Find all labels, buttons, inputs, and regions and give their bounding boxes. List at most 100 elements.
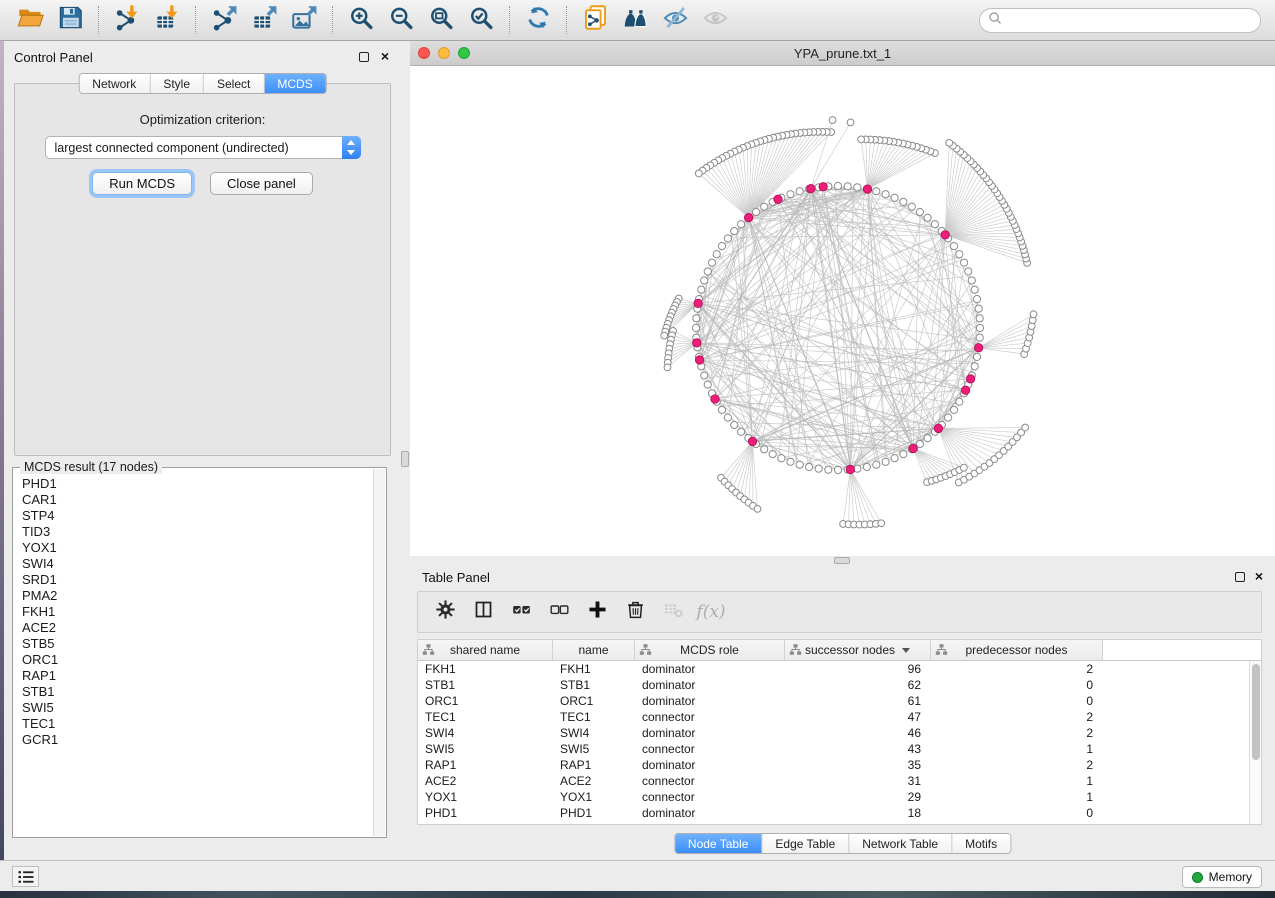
table-row[interactable]: SWI4SWI4dominator462 <box>418 725 1261 741</box>
create-column-button[interactable] <box>584 599 610 625</box>
graph-node[interactable] <box>968 277 975 284</box>
cell-name[interactable]: FKH1 <box>553 661 635 677</box>
cell-shared-name[interactable]: SWI4 <box>418 725 553 741</box>
graph-node[interactable] <box>971 363 978 370</box>
show-columns-button[interactable] <box>470 599 496 625</box>
cell-predecessor-nodes[interactable]: 2 <box>931 757 1103 773</box>
graph-node[interactable] <box>778 455 785 462</box>
graph-node[interactable] <box>761 446 768 453</box>
cell-MCDS-role[interactable]: connector <box>635 709 785 725</box>
graph-node[interactable] <box>704 381 711 388</box>
graph-node[interactable] <box>708 259 715 266</box>
graph-node[interactable] <box>854 184 861 191</box>
graph-node[interactable] <box>692 324 699 331</box>
graph-node[interactable] <box>858 136 865 143</box>
graph-node[interactable] <box>761 203 768 210</box>
graph-mcds-node[interactable] <box>694 299 702 307</box>
graph-mcds-node[interactable] <box>693 339 701 347</box>
graph-node[interactable] <box>693 315 700 322</box>
tab-network[interactable]: Network <box>79 74 150 93</box>
table-row[interactable]: SWI5SWI5connector431 <box>418 741 1261 757</box>
graph-node[interactable] <box>945 414 952 421</box>
horizontal-splitter[interactable] <box>410 556 1275 566</box>
table-row[interactable]: YOX1YOX1connector291 <box>418 789 1261 805</box>
mcds-result-item[interactable]: SWI5 <box>15 700 372 716</box>
graph-node[interactable] <box>924 214 931 221</box>
cell-name[interactable]: ORC1 <box>553 693 635 709</box>
mcds-result-item[interactable]: PHD1 <box>15 476 372 492</box>
cell-MCDS-role[interactable]: connector <box>635 741 785 757</box>
mcds-result-item[interactable]: ORC1 <box>15 652 372 668</box>
mcds-result-item[interactable]: SRD1 <box>15 572 372 588</box>
graph-node[interactable] <box>713 251 720 258</box>
graph-node[interactable] <box>815 465 822 472</box>
cell-successor-nodes[interactable]: 43 <box>785 741 931 757</box>
cell-shared-name[interactable]: STB1 <box>418 677 553 693</box>
table-row[interactable]: STB1STB1dominator620 <box>418 677 1261 693</box>
cell-name[interactable]: ACE2 <box>553 773 635 789</box>
refresh-layout-button[interactable] <box>523 5 553 35</box>
cell-successor-nodes[interactable]: 31 <box>785 773 931 789</box>
graph-mcds-node[interactable] <box>863 185 871 193</box>
graph-mcds-node[interactable] <box>934 424 942 432</box>
graph-node[interactable] <box>908 203 915 210</box>
tab-mcds[interactable]: MCDS <box>264 74 325 93</box>
mcds-result-item[interactable]: SWI4 <box>15 556 372 572</box>
cell-shared-name[interactable]: PHD1 <box>418 805 553 821</box>
graph-mcds-node[interactable] <box>695 356 703 364</box>
graph-node[interactable] <box>873 188 880 195</box>
graph-node[interactable] <box>844 183 851 190</box>
graph-mcds-node[interactable] <box>974 344 982 352</box>
close-panel-button[interactable]: Close panel <box>210 172 313 195</box>
mcds-result-item[interactable]: YOX1 <box>15 540 372 556</box>
cell-name[interactable]: RAP1 <box>553 757 635 773</box>
table-settings-button[interactable] <box>432 599 458 625</box>
cell-MCDS-role[interactable]: dominator <box>635 677 785 693</box>
graph-node[interactable] <box>973 353 980 360</box>
graph-node[interactable] <box>891 455 898 462</box>
graph-mcds-node[interactable] <box>748 437 756 445</box>
mcds-result-item[interactable]: STB1 <box>15 684 372 700</box>
cell-successor-nodes[interactable]: 61 <box>785 693 931 709</box>
graph-node[interactable] <box>796 188 803 195</box>
tab-motifs[interactable]: Motifs <box>952 834 1010 853</box>
cell-predecessor-nodes[interactable]: 1 <box>931 773 1103 789</box>
cell-shared-name[interactable]: ORC1 <box>418 693 553 709</box>
graph-node[interactable] <box>698 286 705 293</box>
graph-node[interactable] <box>829 117 836 124</box>
graph-node[interactable] <box>931 221 938 228</box>
graph-node[interactable] <box>916 208 923 215</box>
tab-node-table[interactable]: Node Table <box>675 834 763 853</box>
scrollbar-thumb[interactable] <box>1252 664 1260 760</box>
cell-MCDS-role[interactable]: connector <box>635 789 785 805</box>
cell-successor-nodes[interactable]: 18 <box>785 805 931 821</box>
optimization-criterion-select[interactable]: largest connected component (undirected) <box>45 136 361 159</box>
cell-name[interactable]: TEC1 <box>553 709 635 725</box>
cell-successor-nodes[interactable]: 35 <box>785 757 931 773</box>
cell-name[interactable]: YOX1 <box>553 789 635 805</box>
mcds-result-item[interactable]: PMA2 <box>15 588 372 604</box>
cell-predecessor-nodes[interactable]: 1 <box>931 789 1103 805</box>
table-row[interactable]: RAP1RAP1dominator352 <box>418 757 1261 773</box>
cell-predecessor-nodes[interactable]: 2 <box>931 709 1103 725</box>
graph-node[interactable] <box>664 364 671 371</box>
graph-mcds-node[interactable] <box>819 183 827 191</box>
graph-node[interactable] <box>976 334 983 341</box>
column-header-MCDS-role[interactable]: MCDS role <box>635 640 785 660</box>
graph-node[interactable] <box>878 520 885 527</box>
cell-predecessor-nodes[interactable]: 0 <box>931 677 1103 693</box>
graph-node[interactable] <box>960 259 967 266</box>
column-header-name[interactable]: name <box>553 640 635 660</box>
graph-node[interactable] <box>976 315 983 322</box>
cell-shared-name[interactable]: SWI5 <box>418 741 553 757</box>
cell-name[interactable]: SWI5 <box>553 741 635 757</box>
graph-node[interactable] <box>973 296 980 303</box>
cell-successor-nodes[interactable]: 96 <box>785 661 931 677</box>
cell-predecessor-nodes[interactable]: 0 <box>931 693 1103 709</box>
vertical-splitter[interactable] <box>401 41 410 860</box>
memory-button[interactable]: Memory <box>1182 866 1262 888</box>
graph-mcds-node[interactable] <box>774 195 782 203</box>
cell-shared-name[interactable]: RAP1 <box>418 757 553 773</box>
zoom-fit-button[interactable] <box>426 5 456 35</box>
tab-edge-table[interactable]: Edge Table <box>762 834 849 853</box>
